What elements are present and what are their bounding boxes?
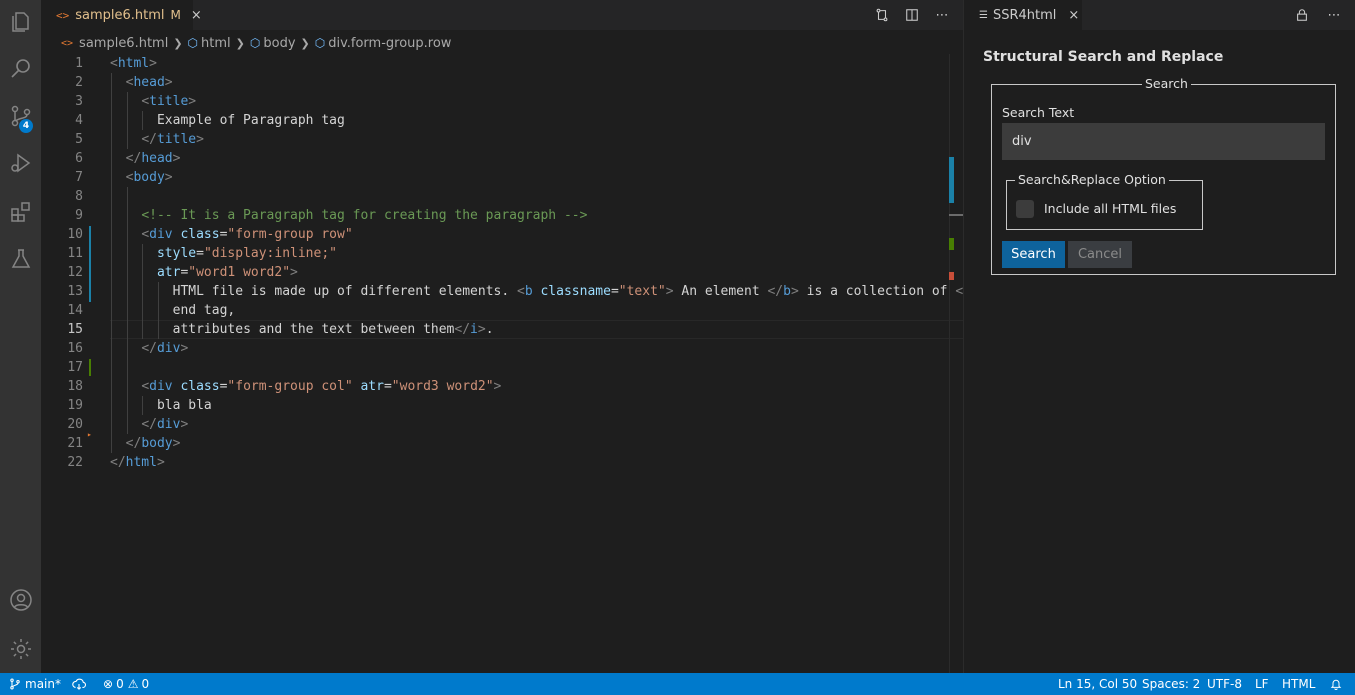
panel-body: Structural Search and Replace Search Sea… xyxy=(964,30,1355,673)
search-text-input[interactable]: div xyxy=(1002,123,1325,160)
gear-icon[interactable] xyxy=(0,627,41,671)
editor-scrollbar[interactable] xyxy=(949,54,964,673)
breadcrumb-file[interactable]: <> sample6.html xyxy=(61,36,168,51)
option-group-legend: Search&Replace Option xyxy=(1015,172,1169,187)
html-file-icon: <> xyxy=(61,37,74,49)
ssr-panel: ☰ SSR4html × ⋯ Structural Search and Rep… xyxy=(963,0,1355,673)
extensions-icon[interactable] xyxy=(0,190,41,234)
code-line: 18 <div class="form-group col" atr="word… xyxy=(67,379,502,394)
code-line: 5 </title> xyxy=(75,132,204,147)
overview-added-marker xyxy=(949,238,954,250)
code-line: 11 style="display:inline;" xyxy=(67,246,337,261)
code-line: 1 <html> xyxy=(75,56,157,71)
element-icon: ⬡ xyxy=(249,36,261,50)
indentation[interactable]: Spaces: 2 xyxy=(1142,673,1200,695)
code-line: 19 bla bla xyxy=(67,398,212,413)
cancel-button[interactable]: Cancel xyxy=(1068,241,1132,268)
code-line: 10 <div class="form-group row" xyxy=(67,227,353,242)
code-editor[interactable]: ▸ 1 <html> 2 <head> 3 <title> 4 Example o… xyxy=(41,54,990,673)
search-button[interactable]: Search xyxy=(1002,241,1065,268)
overview-cursor-marker xyxy=(949,214,963,216)
html-file-icon: <> xyxy=(56,8,70,22)
close-icon[interactable]: × xyxy=(1068,8,1079,23)
panel-tab-title: SSR4html xyxy=(992,7,1057,23)
preview-icon: ☰ xyxy=(979,9,988,21)
testing-icon[interactable] xyxy=(0,237,41,281)
editor-actions: ⋯ xyxy=(873,6,951,24)
code-line: 9 <!-- It is a Paragraph tag for creatin… xyxy=(75,208,588,223)
overview-deleted-marker xyxy=(949,272,954,280)
code-line: 2 <head> xyxy=(75,75,173,90)
status-bar: main* ⊗ 0 ⚠ 0 Ln 15, Col 50 Spaces: 2 UT… xyxy=(0,673,1355,695)
code-line: 13 HTML file is made up of different ele… xyxy=(67,284,978,299)
more-actions-icon[interactable]: ⋯ xyxy=(1325,6,1343,24)
close-icon[interactable]: × xyxy=(191,8,202,23)
tab-ssr4html[interactable]: ☰ SSR4html × xyxy=(964,0,1082,30)
split-editor-icon[interactable] xyxy=(903,6,921,24)
include-all-checkbox[interactable] xyxy=(1016,200,1034,218)
breadcrumb-item-div[interactable]: ⬡ div.form-group.row xyxy=(315,36,452,51)
code-line: 12 atr="word1 word2"> xyxy=(67,265,298,280)
tab-sample6-html[interactable]: <> sample6.html M × xyxy=(41,0,202,30)
page-title: Structural Search and Replace xyxy=(983,49,1224,65)
breadcrumb-item-html[interactable]: ⬡ html xyxy=(188,36,231,51)
lock-icon[interactable] xyxy=(1293,6,1311,24)
code-line: 21 </body> xyxy=(67,436,181,451)
branch-indicator[interactable]: main* xyxy=(9,673,61,695)
code-line: 15 attributes and the text between them<… xyxy=(67,322,494,337)
search-text-label: Search Text xyxy=(1002,105,1075,120)
code-line: 3 <title> xyxy=(75,94,197,109)
activity-bar: 4 xyxy=(0,0,41,673)
cursor-position[interactable]: Ln 15, Col 50 xyxy=(1058,673,1137,695)
account-icon[interactable] xyxy=(0,578,41,622)
error-icon: ⊗ xyxy=(103,677,114,691)
code-line: 4 Example of Paragraph tag xyxy=(75,113,345,128)
branch-icon xyxy=(10,678,20,690)
overview-modified-marker xyxy=(949,157,954,203)
code-line: 17 xyxy=(67,360,83,375)
more-actions-icon[interactable]: ⋯ xyxy=(933,6,951,24)
element-icon: ⬡ xyxy=(314,36,326,50)
chevron-right-icon: ❯ xyxy=(173,36,183,50)
element-icon: ⬡ xyxy=(187,36,199,50)
source-control-badge: 4 xyxy=(19,119,33,133)
problems-indicator[interactable]: ⊗ 0 ⚠ 0 xyxy=(103,673,149,695)
code-line: 16 </div> xyxy=(67,341,189,356)
source-control-icon[interactable] xyxy=(0,94,41,138)
bell-icon[interactable] xyxy=(1330,673,1342,695)
code-line: 20 </div> xyxy=(67,417,189,432)
breadcrumb: <> sample6.html ❯ ⬡ html ❯ ⬡ body ❯ ⬡ di… xyxy=(41,32,941,54)
explorer-icon[interactable] xyxy=(0,0,41,44)
tab-filename: sample6.html xyxy=(75,7,165,23)
include-all-label: Include all HTML files xyxy=(1044,201,1177,216)
code-line: 8 xyxy=(75,189,83,204)
panel-actions: ⋯ xyxy=(1293,6,1343,24)
sync-icon[interactable] xyxy=(72,673,86,695)
chevron-right-icon: ❯ xyxy=(235,36,245,50)
encoding[interactable]: UTF-8 xyxy=(1207,673,1242,695)
run-debug-icon[interactable] xyxy=(0,141,41,185)
code-line: 6 </head> xyxy=(75,151,181,166)
eol[interactable]: LF xyxy=(1255,673,1269,695)
tab-modified-badge: M xyxy=(170,8,181,22)
search-icon[interactable] xyxy=(0,47,41,91)
warning-icon: ⚠ xyxy=(127,677,139,691)
breadcrumb-item-body[interactable]: ⬡ body xyxy=(250,36,296,51)
chevron-right-icon: ❯ xyxy=(300,36,310,50)
language-mode[interactable]: HTML xyxy=(1282,673,1315,695)
search-group-legend: Search xyxy=(1142,76,1191,91)
code-line: 14 end tag, xyxy=(67,303,236,318)
editor-tab-bar: <> sample6.html M × ⋯ xyxy=(41,0,963,30)
code-line: 7 <body> xyxy=(75,170,173,185)
code-line: 22 </html> xyxy=(67,455,165,470)
open-changes-icon[interactable] xyxy=(873,6,891,24)
